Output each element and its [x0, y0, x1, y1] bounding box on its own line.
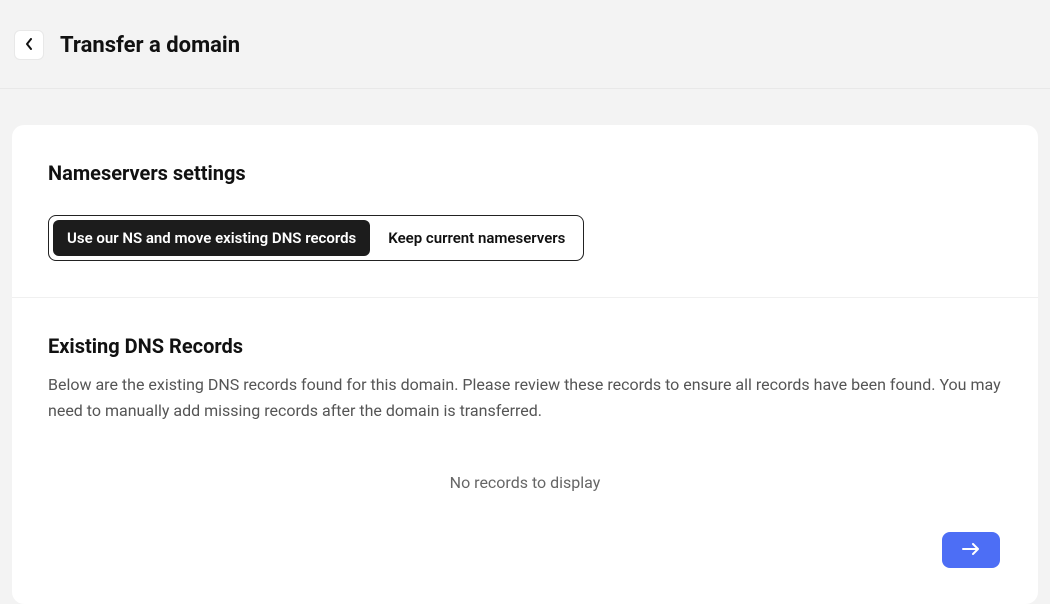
ns-option-use-ours[interactable]: Use our NS and move existing DNS records [53, 220, 370, 256]
footer-actions [48, 532, 1002, 568]
back-button[interactable] [14, 30, 44, 60]
page-title: Transfer a domain [60, 33, 240, 58]
dns-records-title: Existing DNS Records [48, 334, 1002, 358]
ns-option-keep-current[interactable]: Keep current nameservers [374, 220, 579, 256]
page-header: Transfer a domain [0, 0, 1050, 89]
next-button[interactable] [942, 532, 1000, 568]
nameservers-toggle: Use our NS and move existing DNS records… [48, 215, 584, 261]
nameservers-section: Nameservers settings Use our NS and move… [12, 125, 1038, 297]
chevron-left-icon [25, 38, 33, 53]
dns-records-description: Below are the existing DNS records found… [48, 372, 1002, 423]
dns-records-empty: No records to display [48, 463, 1002, 532]
nameservers-title: Nameservers settings [48, 161, 1002, 185]
arrow-right-icon [962, 543, 980, 558]
main-card: Nameservers settings Use our NS and move… [12, 125, 1038, 604]
dns-records-section: Existing DNS Records Below are the exist… [12, 297, 1038, 604]
